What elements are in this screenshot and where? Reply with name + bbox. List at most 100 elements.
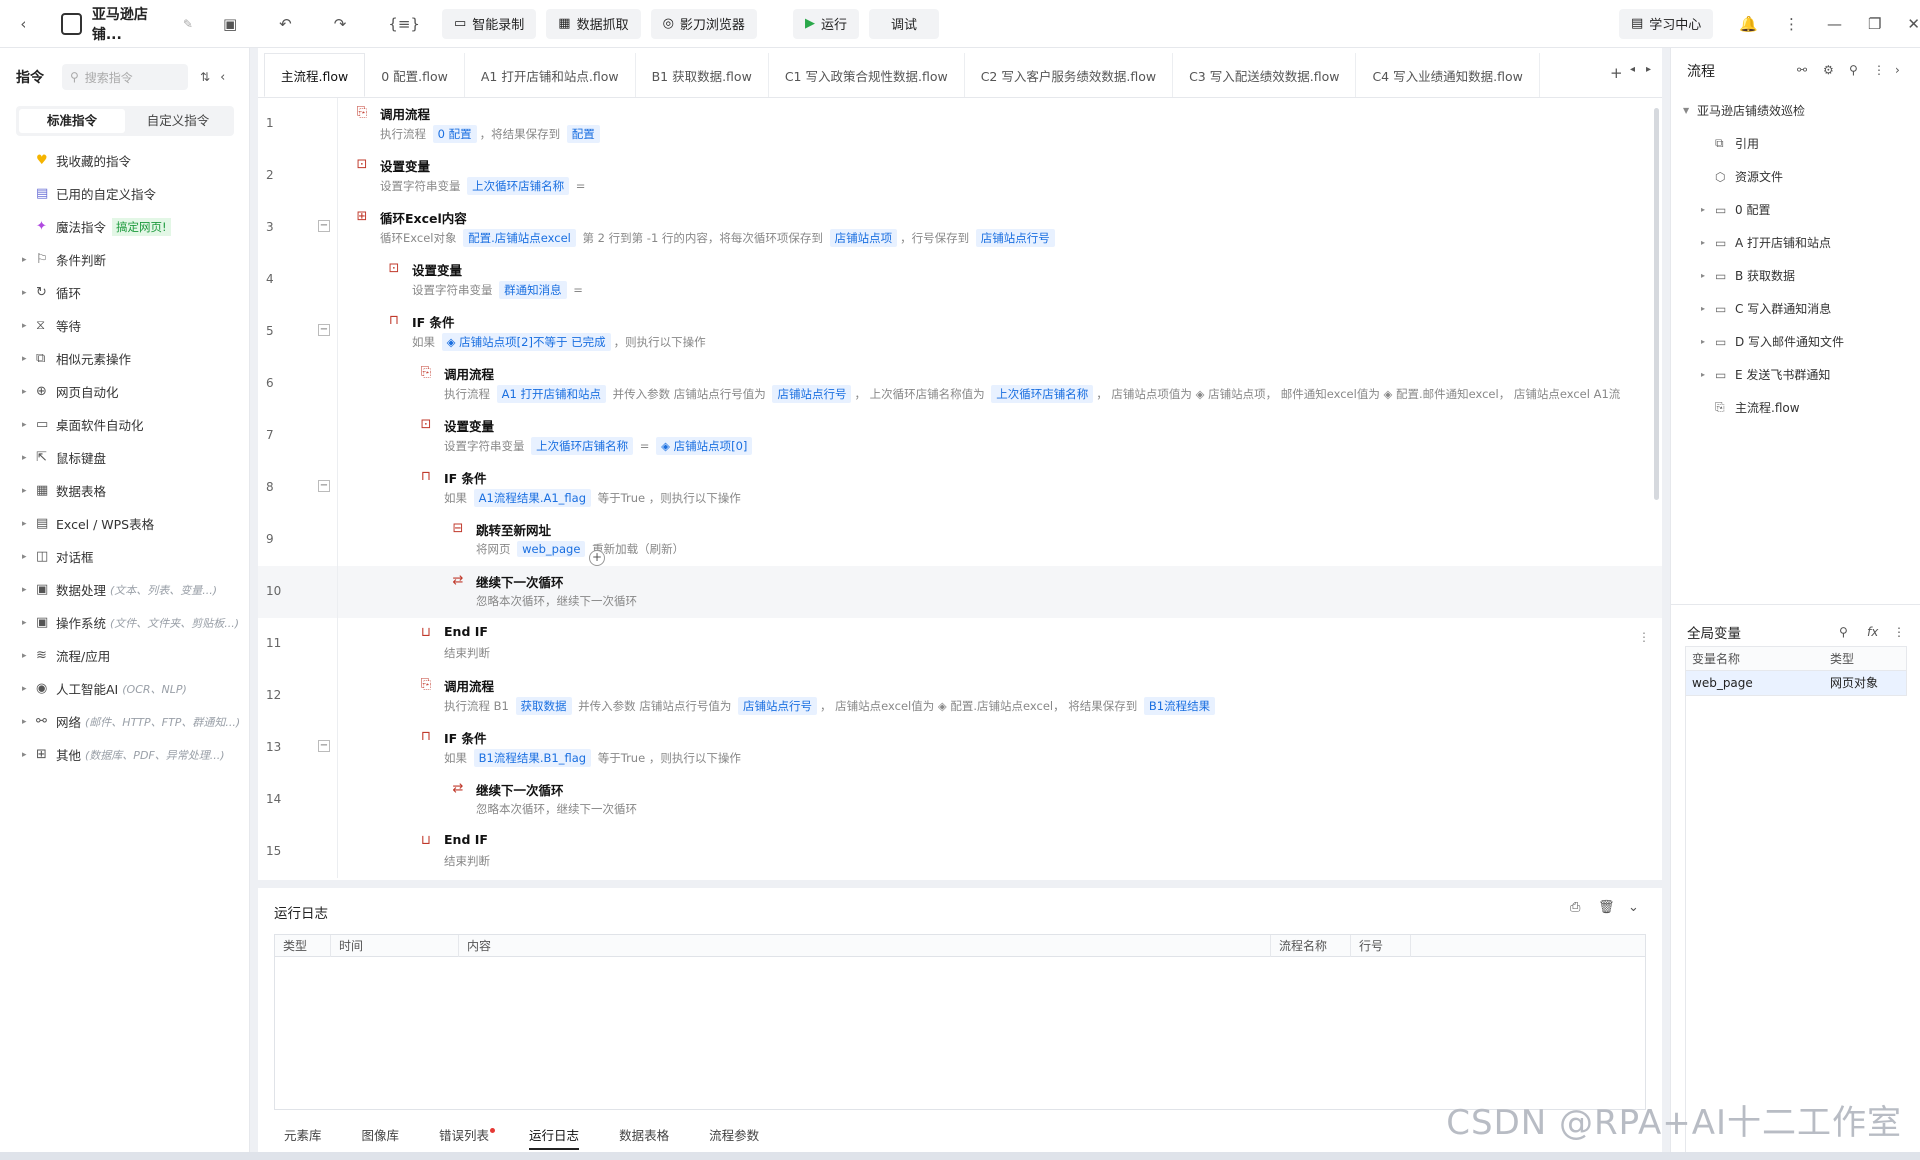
add-tab-icon[interactable]: + xyxy=(1610,64,1623,82)
flow-tab[interactable]: 主流程.flow xyxy=(264,53,366,97)
flow-line[interactable]: 11 ⊔ End IF 结束判断 xyxy=(258,618,1662,670)
command-group[interactable]: ▸ ▣ 操作系统 (文件、文件夹、剪贴板...) xyxy=(0,606,249,639)
sort-icon[interactable]: ⇅ xyxy=(200,70,210,84)
step-variable[interactable]: 店铺站点项 xyxy=(829,229,898,247)
flow-line[interactable]: 10 ⇄ 继续下一次循环 忽略本次循环，继续下一次循环 xyxy=(258,566,1662,618)
flow-line[interactable]: 6 ⎘ 调用流程 执行流程 A1 打开店铺和站点 并传入参数 店铺站点行号值为 … xyxy=(258,358,1662,410)
step-variable[interactable]: 上次循环店铺名称 xyxy=(531,437,634,455)
tree-item[interactable]: ▸ ▭ A 打开店铺和站点 xyxy=(1671,226,1920,259)
flow-line[interactable]: 15 ⊔ End IF 结束判断 xyxy=(258,826,1662,878)
flow-tab[interactable]: A1 打开店铺和站点.flow xyxy=(465,53,636,97)
flow-line[interactable]: 5 − ⊓ IF 条件 如果 ◈ 店铺站点项[2]不等于 已完成 ，则执行以下操作 xyxy=(258,306,1662,358)
step-variable[interactable]: 获取数据 xyxy=(515,697,572,715)
flow-line[interactable]: 13 − ⊓ IF 条件 如果 B1流程结果.B1_flag 等于True ，则执… xyxy=(258,722,1662,774)
command-group[interactable]: ▸ ⊕ 网页自动化 xyxy=(0,375,249,408)
flow-line[interactable]: 1 ⎘ 调用流程 执行流程 0 配置 ，将结果保存到 配置 xyxy=(258,98,1662,150)
flow-line[interactable]: 12 ⎘ 调用流程 执行流程 B1 获取数据 并传入参数 店铺站点行号值为 店铺… xyxy=(258,670,1662,722)
run-button[interactable]: ▶ 运行 xyxy=(792,8,859,39)
restore-icon[interactable]: ❐ xyxy=(1868,15,1881,33)
tree-item[interactable]: ⬡ 资源文件 xyxy=(1671,160,1920,193)
undo-icon[interactable]: ↶ xyxy=(279,15,292,33)
bottom-tab[interactable]: 数据表格 xyxy=(599,1120,689,1152)
bottom-tab[interactable]: 元素库 xyxy=(264,1120,342,1152)
more-icon[interactable]: ⋮ xyxy=(1784,15,1799,33)
search-icon[interactable]: ⚲ xyxy=(1849,63,1858,77)
back-icon[interactable]: ‹ xyxy=(14,15,33,33)
tab-next-icon[interactable]: ▸ xyxy=(1646,64,1651,75)
export-icon[interactable]: ⎙ xyxy=(1570,900,1580,915)
tree-item[interactable]: ▸ ▭ B 获取数据 xyxy=(1671,259,1920,292)
collapse-icon[interactable]: ‹ xyxy=(220,70,225,85)
command-group[interactable]: ▸ ≋ 流程/应用 xyxy=(0,639,249,672)
flow-tab[interactable]: C1 写入政策合规性数据.flow xyxy=(769,53,965,97)
flow-line[interactable]: 9 ⊟ 跳转至新网址 将网页 web_page 重新加载（刷新） xyxy=(258,514,1662,566)
step-variable[interactable]: A1 打开店铺和站点 xyxy=(496,385,606,403)
used-custom-commands[interactable]: ▤ 已用的自定义指令 xyxy=(0,177,249,210)
tree-item[interactable]: ⧉ 引用 xyxy=(1671,127,1920,160)
trash-icon[interactable]: 🗑 xyxy=(1598,900,1615,915)
magic-commands[interactable]: ✦ 魔法指令 搞定网页! xyxy=(0,210,249,243)
flow-tab[interactable]: C4 写入业绩通知数据.flow xyxy=(1356,53,1540,97)
bell-icon[interactable]: 🔔 xyxy=(1739,15,1758,33)
step-variable[interactable]: ◈ 店铺站点项[0] xyxy=(656,437,753,455)
tree-item[interactable]: ▸ ▭ 0 配置 xyxy=(1671,193,1920,226)
flow-line[interactable]: 14 ⇄ 继续下一次循环 忽略本次循环，继续下一次循环 xyxy=(258,774,1662,826)
command-group[interactable]: ▸ ◉ 人工智能AI (OCR、NLP) xyxy=(0,672,249,705)
command-group[interactable]: ▸ ▭ 桌面软件自动化 xyxy=(0,408,249,441)
command-group[interactable]: ▸ ▤ Excel / WPS表格 xyxy=(0,507,249,540)
tab-prev-icon[interactable]: ◂ xyxy=(1630,64,1635,75)
flow-tab[interactable]: 0 配置.flow xyxy=(365,53,465,97)
command-group[interactable]: ▸ ⇱ 鼠标键盘 xyxy=(0,441,249,474)
flow-line[interactable]: 2 ⊡ 设置变量 设置字符串变量 上次循环店铺名称 = xyxy=(258,150,1662,202)
fold-toggle[interactable]: − xyxy=(318,740,330,752)
tree-item[interactable]: ▸ ▭ E 发送飞书群通知 xyxy=(1671,358,1920,391)
chevron-right-icon[interactable]: › xyxy=(1895,63,1900,77)
flow-tab[interactable]: C3 写入配送绩效数据.flow xyxy=(1173,53,1357,97)
search-icon[interactable]: ⚲ xyxy=(1839,625,1848,639)
flow-line[interactable]: 3 − ⊞ 循环Excel内容 循环Excel对象 配置.店铺站点excel 第 … xyxy=(258,202,1662,254)
more-icon[interactable]: ⋮ xyxy=(1893,625,1905,639)
fold-toggle[interactable]: − xyxy=(318,324,330,336)
favorite-commands[interactable]: ♥ 我收藏的指令 xyxy=(0,144,249,177)
step-variable[interactable]: 群通知消息 xyxy=(499,281,567,299)
add-step-icon[interactable]: + xyxy=(589,550,605,566)
step-variable[interactable]: 0 配置 xyxy=(432,125,477,143)
save-icon[interactable]: ▣ xyxy=(223,15,237,33)
bottom-tab[interactable]: 流程参数 xyxy=(689,1120,779,1152)
command-group[interactable]: ▸ ◫ 对话框 xyxy=(0,540,249,573)
command-group[interactable]: ▸ ⚐ 条件判断 xyxy=(0,243,249,276)
more-icon[interactable]: ⋮ xyxy=(1873,63,1885,77)
command-group[interactable]: ▸ ▣ 数据处理 (文本、列表、变量...) xyxy=(0,573,249,606)
minimize-icon[interactable]: — xyxy=(1827,15,1842,33)
scrollbar[interactable] xyxy=(1654,108,1659,500)
flow-tab[interactable]: C2 写入客户服务绩效数据.flow xyxy=(965,53,1174,97)
step-variable[interactable]: 店铺站点行号 xyxy=(772,385,852,403)
command-group[interactable]: ▸ ⧉ 相似元素操作 xyxy=(0,342,249,375)
command-group[interactable]: ▸ ▦ 数据表格 xyxy=(0,474,249,507)
command-group[interactable]: ▸ ⧖ 等待 xyxy=(0,309,249,342)
flow-tab[interactable]: B1 获取数据.flow xyxy=(636,53,769,97)
flow-line[interactable]: 7 ⊡ 设置变量 设置字符串变量 上次循环店铺名称 = ◈ 店铺站点项[0] xyxy=(258,410,1662,462)
step-variable[interactable]: 配置 xyxy=(566,125,600,143)
chevron-down-icon[interactable]: ⌄ xyxy=(1628,900,1639,915)
bottom-tab[interactable]: 错误列表 xyxy=(419,1120,509,1152)
edit-icon[interactable]: ✎ xyxy=(183,17,193,31)
tree-item[interactable]: ⎘ 主流程.flow xyxy=(1671,391,1920,424)
step-variable[interactable]: B1流程结果 xyxy=(1143,697,1216,715)
function-icon[interactable]: fx xyxy=(1867,625,1878,639)
tab-standard[interactable]: 标准指令 xyxy=(19,109,125,133)
redo-icon[interactable]: ↷ xyxy=(334,15,347,33)
search-input[interactable]: ⚲ 搜索指令 xyxy=(62,64,188,90)
tab-custom[interactable]: 自定义指令 xyxy=(125,109,231,133)
command-group[interactable]: ▸ ⊞ 其他 (数据库、PDF、异常处理...) xyxy=(0,738,249,771)
flow-line[interactable]: 4 ⊡ 设置变量 设置字符串变量 群通知消息 = xyxy=(258,254,1662,306)
tree-item[interactable]: ▸ ▭ C 写入群通知消息 xyxy=(1671,292,1920,325)
learning-center-button[interactable]: ▤ 学习中心 xyxy=(1618,8,1714,39)
step-variable[interactable]: ◈ 店铺站点项[2]不等于 已完成 xyxy=(441,333,611,351)
line-more-icon[interactable]: ⋮ xyxy=(1638,630,1650,644)
tree-root[interactable]: ▼ 亚马逊店铺绩效巡检 xyxy=(1671,94,1920,127)
step-variable[interactable]: 店铺站点行号 xyxy=(975,229,1055,247)
command-group[interactable]: ▸ ↻ 循环 xyxy=(0,276,249,309)
code-icon[interactable]: {≡} xyxy=(388,15,420,33)
step-variable[interactable]: 店铺站点行号 xyxy=(738,697,817,715)
